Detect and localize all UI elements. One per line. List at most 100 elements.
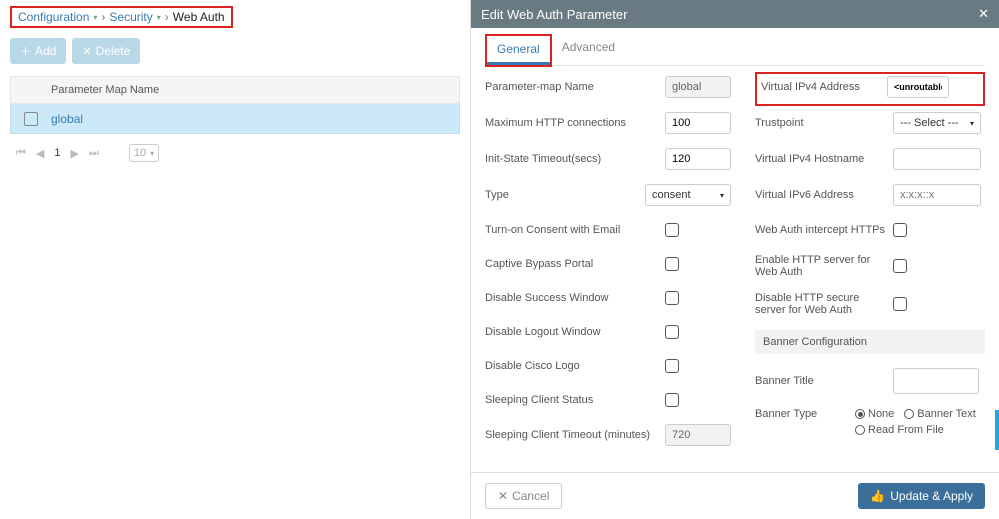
breadcrumb: Configuration ▾ › Security ▾ › Web Auth: [10, 6, 233, 28]
cancel-label: Cancel: [512, 489, 549, 503]
breadcrumb-configuration[interactable]: Configuration: [18, 10, 89, 24]
page-size-select[interactable]: 10 ▾: [129, 144, 159, 162]
consent-email-checkbox[interactable]: [665, 223, 679, 237]
x-icon: ✕: [498, 489, 508, 503]
param-name-label: Parameter-map Name: [485, 81, 665, 93]
param-name-input: [665, 76, 731, 98]
panel-header: Edit Web Auth Parameter ✕: [471, 0, 999, 28]
intercept-https-checkbox[interactable]: [893, 223, 907, 237]
table-row[interactable]: global: [10, 104, 460, 134]
virtual-ipv4-hostname-label: Virtual IPv4 Hostname: [755, 153, 893, 165]
caret-down-icon: ▾: [150, 149, 154, 158]
pager-current: 1: [54, 147, 60, 159]
tab-general[interactable]: General: [487, 36, 550, 65]
banner-title-input[interactable]: [893, 368, 979, 394]
panel-footer: ✕ Cancel 👍 Update & Apply: [471, 472, 999, 519]
pager-last[interactable]: ⏭: [89, 147, 99, 160]
disable-logo-label: Disable Cisco Logo: [485, 360, 665, 372]
virtual-ipv4-highlight: Virtual IPv4 Address: [755, 72, 985, 106]
pager-next[interactable]: ▶: [71, 147, 79, 160]
sleeping-status-checkbox[interactable]: [665, 393, 679, 407]
virtual-ipv4-input[interactable]: [887, 76, 949, 98]
max-http-label: Maximum HTTP connections: [485, 117, 665, 129]
radio-icon: [855, 425, 865, 435]
edit-web-auth-panel: Edit Web Auth Parameter ✕ General Advanc…: [470, 0, 999, 519]
panel-body: General Advanced Parameter-map Name Maxi…: [471, 28, 999, 472]
apply-label: Update & Apply: [890, 489, 973, 503]
breadcrumb-current: Web Auth: [173, 10, 225, 24]
type-label: Type: [485, 189, 645, 201]
form-columns: Parameter-map Name Maximum HTTP connecti…: [485, 76, 985, 460]
virtual-ipv6-label: Virtual IPv6 Address: [755, 189, 893, 201]
chevron-right-icon: ›: [101, 10, 105, 24]
caret-down-icon: ▾: [720, 191, 724, 200]
parameter-map-table: Parameter Map Name global: [10, 76, 460, 134]
column-header[interactable]: Parameter Map Name: [51, 84, 159, 96]
panel-title: Edit Web Auth Parameter: [481, 7, 627, 22]
x-icon: ✕: [82, 45, 91, 58]
type-select[interactable]: consent ▾: [645, 184, 731, 206]
disable-logout-label: Disable Logout Window: [485, 326, 665, 338]
banner-config-header: Banner Configuration: [755, 330, 985, 354]
disable-logo-checkbox[interactable]: [665, 359, 679, 373]
trustpoint-select[interactable]: --- Select --- ▾: [893, 112, 981, 134]
init-timeout-label: Init-State Timeout(secs): [485, 153, 665, 165]
pager-first[interactable]: ⏮: [16, 147, 26, 160]
web-auth-page: Configuration ▾ › Security ▾ › Web Auth …: [0, 0, 470, 168]
captive-bypass-label: Captive Bypass Portal: [485, 258, 665, 270]
disable-https-checkbox[interactable]: [893, 297, 907, 311]
disable-success-label: Disable Success Window: [485, 292, 665, 304]
pager: ⏮ ◀ 1 ▶ ⏭ 10 ▾: [10, 144, 460, 162]
enable-http-label: Enable HTTP server for Web Auth: [755, 254, 893, 278]
intercept-https-label: Web Auth intercept HTTPs: [755, 224, 893, 236]
init-timeout-input[interactable]: [665, 148, 731, 170]
add-button[interactable]: ＋ Add: [10, 38, 66, 64]
add-button-label: Add: [35, 44, 56, 58]
disable-https-label: Disable HTTP secure server for Web Auth: [755, 292, 893, 316]
max-http-input[interactable]: [665, 112, 731, 134]
tab-advanced[interactable]: Advanced: [552, 34, 625, 65]
caret-down-icon[interactable]: ▾: [157, 13, 161, 22]
scroll-accent: [995, 410, 999, 450]
banner-type-label: Banner Type: [755, 408, 855, 420]
virtual-ipv4-label: Virtual IPv4 Address: [761, 81, 887, 93]
banner-type-none[interactable]: None: [855, 408, 894, 420]
cancel-button[interactable]: ✕ Cancel: [485, 483, 562, 509]
banner-type-file[interactable]: Read From File: [855, 424, 944, 436]
panel-tabs: General Advanced: [485, 34, 985, 66]
trustpoint-label: Trustpoint: [755, 117, 893, 129]
captive-bypass-checkbox[interactable]: [665, 257, 679, 271]
type-value: consent: [652, 189, 691, 201]
disable-logout-checkbox[interactable]: [665, 325, 679, 339]
delete-button[interactable]: ✕ Delete: [72, 38, 140, 64]
caret-down-icon[interactable]: ▾: [93, 13, 97, 22]
action-bar: ＋ Add ✕ Delete: [10, 38, 460, 64]
caret-down-icon: ▾: [970, 119, 974, 128]
thumbs-up-icon: 👍: [870, 489, 885, 503]
banner-title-label: Banner Title: [755, 375, 893, 387]
delete-button-label: Delete: [96, 44, 131, 58]
banner-type-text[interactable]: Banner Text: [904, 408, 976, 420]
radio-icon: [904, 409, 914, 419]
sleeping-status-label: Sleeping Client Status: [485, 394, 665, 406]
breadcrumb-security[interactable]: Security: [109, 10, 152, 24]
table-header: Parameter Map Name: [10, 76, 460, 104]
virtual-ipv6-input[interactable]: [893, 184, 981, 206]
plus-icon: ＋: [20, 43, 31, 59]
row-checkbox[interactable]: [24, 112, 38, 126]
update-apply-button[interactable]: 👍 Update & Apply: [858, 483, 985, 509]
disable-success-checkbox[interactable]: [665, 291, 679, 305]
virtual-ipv4-hostname-input[interactable]: [893, 148, 981, 170]
sleeping-timeout-label: Sleeping Client Timeout (minutes): [485, 429, 665, 441]
pager-prev[interactable]: ◀: [36, 147, 44, 160]
form-col-left: Parameter-map Name Maximum HTTP connecti…: [485, 76, 735, 460]
trustpoint-value: --- Select ---: [900, 117, 959, 129]
form-col-right: Virtual IPv4 Address Trustpoint --- Sele…: [755, 76, 985, 460]
radio-icon: [855, 409, 865, 419]
parameter-map-link[interactable]: global: [51, 112, 83, 126]
enable-http-checkbox[interactable]: [893, 259, 907, 273]
page-size-value: 10: [134, 147, 146, 159]
close-icon[interactable]: ✕: [978, 6, 989, 22]
chevron-right-icon: ›: [165, 10, 169, 24]
sleeping-timeout-input: [665, 424, 731, 446]
